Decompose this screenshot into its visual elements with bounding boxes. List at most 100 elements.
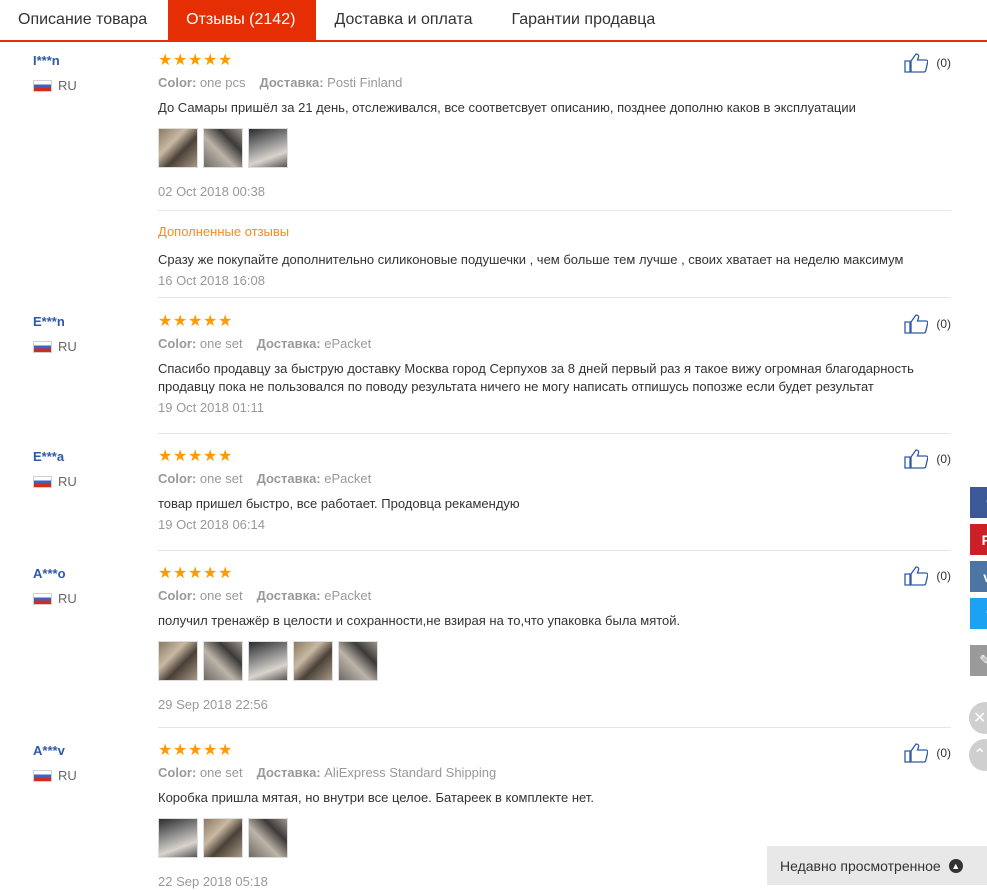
review-meta: Color: one pcs Доставка: Posti Finland [158, 75, 953, 91]
russia-flag-icon [33, 769, 52, 782]
twitter-share-button[interactable]: t [970, 598, 987, 629]
russia-flag-icon [33, 475, 52, 488]
star-icon: ★ [203, 448, 218, 465]
review-photo[interactable] [248, 641, 288, 681]
divider [158, 210, 951, 211]
star-rating: ★ ★ ★ ★ ★ [158, 566, 953, 582]
review-photo[interactable] [248, 818, 288, 858]
country-code: RU [58, 474, 77, 489]
review-text: До Самары пришёл за 21 день, отслеживалс… [158, 100, 856, 115]
review-text: товар пришел быстро, все работает. Продо… [158, 496, 520, 511]
review-photo[interactable] [203, 128, 243, 168]
facebook-share-button[interactable]: f [970, 487, 987, 518]
review-photo[interactable] [158, 128, 198, 168]
recently-viewed-bar[interactable]: Недавно просмотренное ▲ [767, 846, 987, 885]
like-count: (0) [936, 746, 951, 760]
additional-review-title: Дополненные отзывы [158, 224, 290, 239]
reviewer-country: RU [33, 591, 77, 606]
star-rating: ★ ★ ★ ★ ★ [158, 53, 953, 69]
edit-share-button[interactable]: ✎ [970, 645, 987, 676]
edit-icon: ✎ [979, 652, 987, 668]
chevron-up-icon: ⌃ [973, 747, 987, 764]
review-photo[interactable] [293, 641, 333, 681]
chevron-up-icon: ▲ [948, 858, 963, 873]
reviewer-name[interactable]: E***n [33, 314, 77, 330]
like-button[interactable]: (0) [904, 53, 951, 73]
scroll-top-button[interactable]: ⌃ [969, 739, 987, 771]
star-icon: ★ [203, 52, 218, 69]
reviewer-name[interactable]: A***v [33, 743, 77, 759]
like-button[interactable]: (0) [904, 743, 951, 763]
russia-flag-icon [33, 79, 52, 92]
color-label: Color: [158, 765, 197, 780]
star-icon: ★ [203, 565, 218, 582]
review-date: 19 Oct 2018 06:14 [158, 517, 265, 532]
close-icon: ✕ [973, 710, 987, 727]
review-body: ★ ★ ★ ★ ★ Color: one pcs Доставка: Posti Finl… [158, 53, 953, 289]
star-icon: ★ [203, 313, 218, 330]
star-icon: ★ [173, 565, 188, 582]
tab-description[interactable]: Описание товара [0, 0, 168, 40]
review-divider [158, 433, 951, 434]
color-label: Color: [158, 471, 197, 486]
review-divider [158, 297, 951, 298]
star-icon: ★ [173, 52, 188, 69]
reviewer-name[interactable]: I***n [33, 53, 77, 69]
tab-reviews[interactable]: Отзывы (2142) [168, 0, 317, 40]
review-photo[interactable] [203, 818, 243, 858]
review-photos [158, 641, 953, 681]
star-icon: ★ [188, 313, 203, 330]
recently-viewed-label: Недавно просмотренное [780, 857, 941, 874]
review-photo[interactable] [338, 641, 378, 681]
tab-seller-guarantees[interactable]: Гарантии продавца [493, 0, 676, 40]
close-share-button[interactable]: ✕ [969, 702, 987, 734]
like-button[interactable]: (0) [904, 566, 951, 586]
review-meta: Color: one set Доставка: ePacket [158, 336, 953, 352]
star-rating: ★ ★ ★ ★ ★ [158, 449, 953, 465]
star-icon: ★ [218, 565, 233, 582]
star-icon: ★ [173, 313, 188, 330]
reviewer-info: A***o RU [33, 566, 77, 606]
shipping-value: ePacket [324, 471, 372, 486]
pinterest-share-button[interactable]: P [970, 524, 987, 555]
review-photo[interactable] [158, 641, 198, 681]
reviewer-name[interactable]: E***a [33, 449, 77, 465]
pinterest-icon: P [981, 531, 987, 548]
reviewer-info: E***n RU [33, 314, 77, 354]
shipping-label: Доставка: [256, 471, 321, 486]
shipping-value: AliExpress Standard Shipping [324, 765, 497, 780]
reviewer-info: E***a RU [33, 449, 77, 489]
vk-icon: v [983, 569, 987, 585]
review-meta: Color: one set Доставка: ePacket [158, 471, 953, 487]
review-body: ★ ★ ★ ★ ★ Color: one set Доставка: ePacket Сп… [158, 314, 953, 416]
review-photo[interactable] [203, 641, 243, 681]
thumbs-up-icon [904, 743, 929, 763]
star-icon: ★ [158, 742, 173, 759]
tab-shipping-payment[interactable]: Доставка и оплата [316, 0, 493, 40]
like-count: (0) [936, 56, 951, 70]
shipping-value: Posti Finland [327, 75, 403, 90]
reviewer-info: A***v RU [33, 743, 77, 783]
color-value: one set [199, 588, 243, 603]
review-divider [158, 727, 951, 728]
like-button[interactable]: (0) [904, 314, 951, 334]
thumbs-up-icon [904, 566, 929, 586]
like-count: (0) [936, 317, 951, 331]
vk-share-button[interactable]: v [970, 561, 987, 592]
like-button[interactable]: (0) [904, 449, 951, 469]
star-icon: ★ [173, 742, 188, 759]
review-photo[interactable] [248, 128, 288, 168]
star-icon: ★ [203, 742, 218, 759]
like-count: (0) [936, 569, 951, 583]
reviewer-country: RU [33, 78, 77, 93]
review-date: 29 Sep 2018 22:56 [158, 697, 268, 712]
review-photo[interactable] [158, 818, 198, 858]
color-value: one set [199, 765, 243, 780]
shipping-value: ePacket [324, 336, 372, 351]
review-date: 19 Oct 2018 01:11 [158, 400, 265, 415]
additional-review-date: 16 Oct 2018 16:08 [158, 273, 265, 288]
reviewer-country: RU [33, 768, 77, 783]
review-body: ★ ★ ★ ★ ★ Color: one set Доставка: ePacket по… [158, 566, 953, 713]
reviewer-name[interactable]: A***o [33, 566, 77, 582]
product-tabs: Описание товара Отзывы (2142) Доставка и… [0, 0, 987, 42]
